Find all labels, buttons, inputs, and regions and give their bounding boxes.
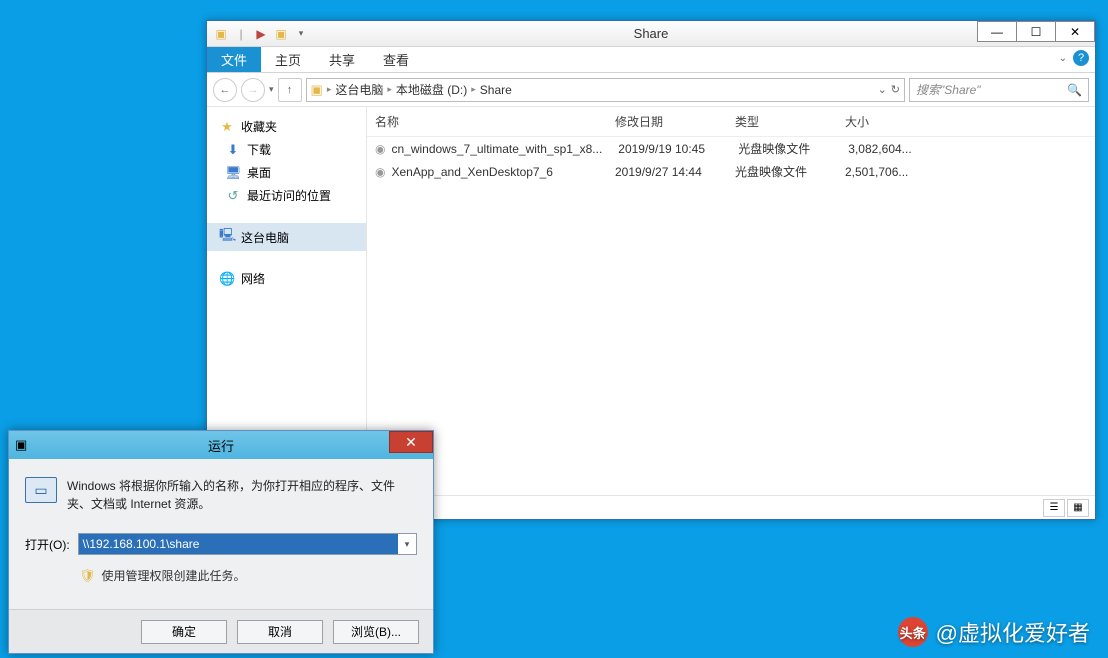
column-date[interactable]: 修改日期: [607, 107, 727, 136]
minimize-button[interactable]: —: [977, 21, 1017, 42]
back-button[interactable]: ←: [213, 78, 237, 102]
run-titlebar[interactable]: ▣ 运行 ✕: [9, 431, 433, 459]
cancel-button[interactable]: 取消: [237, 620, 323, 644]
folder-icon: ▣: [311, 82, 323, 98]
run-app-icon: ▣: [15, 437, 27, 453]
help-icon[interactable]: ?: [1073, 50, 1089, 66]
breadcrumb-drive[interactable]: 本地磁盘 (D:): [396, 81, 467, 98]
breadcrumb-pc[interactable]: 这台电脑: [335, 81, 383, 98]
column-type[interactable]: 类型: [727, 107, 837, 136]
ribbon: 文件 主页 共享 查看 ⌄ ?: [207, 47, 1095, 73]
tab-home[interactable]: 主页: [261, 47, 315, 72]
sidebar-network[interactable]: 🌐 网络: [207, 267, 366, 290]
run-admin-note: 🛡 使用管理权限创建此任务。: [79, 567, 417, 584]
run-open-value[interactable]: \\192.168.100.1\share: [79, 534, 398, 554]
tab-file[interactable]: 文件: [207, 47, 261, 72]
network-icon: 🌐: [219, 271, 235, 287]
file-date: 2019/9/27 14:44: [607, 162, 727, 182]
sidebar-item-label: 最近访问的位置: [247, 187, 331, 204]
computer-icon: 🖳: [219, 226, 235, 248]
explorer-titlebar[interactable]: ▣ | ▶ ▣ ▾ Share — ☐ ✕: [207, 21, 1095, 47]
run-button-row: 确定 取消 浏览(B)...: [9, 609, 433, 653]
file-name: cn_windows_7_ultimate_with_sp1_x8...: [391, 142, 602, 156]
search-input[interactable]: 搜索"Share" 🔍: [909, 78, 1089, 102]
sidebar-item-label: 这台电脑: [241, 229, 289, 246]
window-title: Share: [634, 26, 669, 41]
file-date: 2019/9/19 10:45: [610, 139, 730, 159]
desktop-icon: 🖥: [225, 165, 241, 181]
column-name[interactable]: 名称: [367, 107, 607, 136]
run-dialog: ▣ 运行 ✕ ▭ Windows 将根据你所输入的名称，为你打开相应的程序、文件…: [8, 430, 434, 654]
file-row[interactable]: ◉ XenApp_and_XenDesktop7_6 2019/9/27 14:4…: [367, 160, 1095, 183]
browse-button[interactable]: 浏览(B)...: [333, 620, 419, 644]
breadcrumb-sep: ▸: [387, 84, 392, 95]
sidebar-downloads[interactable]: ⬇ 下载: [207, 138, 366, 161]
qat-dropdown-icon[interactable]: ▾: [293, 26, 309, 42]
file-size: 3,082,604...: [840, 139, 940, 159]
sidebar-this-pc[interactable]: 🖳 这台电脑: [207, 223, 366, 251]
watermark-text: @虚拟化爱好者: [936, 616, 1090, 648]
up-button[interactable]: ↑: [278, 78, 302, 102]
file-name: XenApp_and_XenDesktop7_6: [391, 165, 552, 179]
tab-share[interactable]: 共享: [315, 47, 369, 72]
file-type: 光盘映像文件: [730, 137, 840, 160]
ribbon-expand-icon[interactable]: ⌄: [1059, 53, 1067, 64]
refresh-icon[interactable]: ↻: [891, 83, 900, 96]
run-title: 运行: [208, 436, 234, 455]
close-button[interactable]: ✕: [1055, 21, 1095, 42]
file-size: 2,501,706...: [837, 162, 937, 182]
run-program-icon: ▭: [25, 477, 57, 503]
run-close-button[interactable]: ✕: [389, 431, 433, 453]
view-details-button[interactable]: ☰: [1043, 499, 1065, 517]
watermark-logo: 头条: [898, 617, 928, 647]
ok-button[interactable]: 确定: [141, 620, 227, 644]
breadcrumb-folder[interactable]: Share: [480, 83, 512, 97]
file-type: 光盘映像文件: [727, 160, 837, 183]
file-list-header: 名称 修改日期 类型 大小: [367, 107, 1095, 137]
run-open-combobox[interactable]: \\192.168.100.1\share ▾: [78, 533, 417, 555]
sidebar-favorites[interactable]: ★ 收藏夹: [207, 115, 366, 138]
view-icons-button[interactable]: ▦: [1067, 499, 1089, 517]
run-open-label: 打开(O):: [25, 536, 70, 553]
star-icon: ★: [219, 119, 235, 135]
forward-button[interactable]: →: [241, 78, 265, 102]
file-list-area: 名称 修改日期 类型 大小 ◉ cn_windows_7_ultimate_wit…: [367, 107, 1095, 519]
disc-icon: ◉: [375, 142, 385, 156]
addr-dropdown-icon[interactable]: ⌄: [878, 83, 887, 96]
tab-view[interactable]: 查看: [369, 47, 423, 72]
sidebar-item-label: 收藏夹: [241, 118, 277, 135]
qat-folder-icon[interactable]: ▣: [273, 26, 289, 42]
search-placeholder: 搜索"Share": [916, 81, 981, 98]
file-row[interactable]: ◉ cn_windows_7_ultimate_with_sp1_x8... 20…: [367, 137, 1095, 160]
folder-icon: ▣: [213, 26, 229, 42]
download-icon: ⬇: [225, 142, 241, 158]
run-description: Windows 将根据你所输入的名称，为你打开相应的程序、文件夹、文档或 Int…: [67, 477, 417, 513]
shield-icon: 🛡: [79, 568, 96, 584]
sidebar-desktop[interactable]: 🖥 桌面: [207, 161, 366, 184]
search-icon[interactable]: 🔍: [1067, 83, 1082, 97]
sidebar-recent[interactable]: ↺ 最近访问的位置: [207, 184, 366, 207]
breadcrumb-sep: ▸: [471, 84, 476, 95]
run-note-text: 使用管理权限创建此任务。: [102, 567, 246, 584]
address-bar-row: ← → ▾ ↑ ▣ ▸ 这台电脑 ▸ 本地磁盘 (D:) ▸ Share ⌄ ↻…: [207, 73, 1095, 107]
qat-sep: |: [233, 26, 249, 42]
address-bar[interactable]: ▣ ▸ 这台电脑 ▸ 本地磁盘 (D:) ▸ Share ⌄ ↻: [306, 78, 905, 102]
sidebar-item-label: 网络: [241, 270, 265, 287]
watermark: 头条 @虚拟化爱好者: [898, 616, 1090, 648]
column-size[interactable]: 大小: [837, 107, 937, 136]
maximize-button[interactable]: ☐: [1016, 21, 1056, 42]
history-dropdown-icon[interactable]: ▾: [269, 84, 274, 95]
sidebar-item-label: 桌面: [247, 164, 271, 181]
recent-icon: ↺: [225, 188, 241, 204]
combo-dropdown-icon[interactable]: ▾: [398, 539, 416, 550]
window-controls: — ☐ ✕: [978, 21, 1095, 42]
breadcrumb-sep: ▸: [327, 84, 332, 95]
titlebar-qat: ▣ | ▶ ▣ ▾: [207, 26, 309, 42]
run-body: ▭ Windows 将根据你所输入的名称，为你打开相应的程序、文件夹、文档或 I…: [9, 459, 433, 594]
sidebar-item-label: 下载: [247, 141, 271, 158]
qat-play-icon[interactable]: ▶: [253, 26, 269, 42]
disc-icon: ◉: [375, 165, 385, 179]
